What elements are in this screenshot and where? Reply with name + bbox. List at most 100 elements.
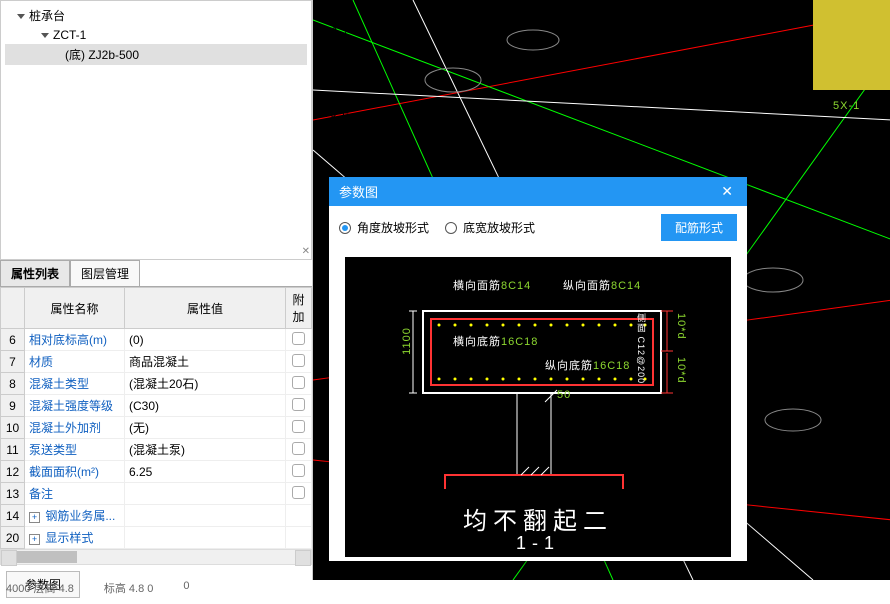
row-number: 7 xyxy=(1,351,25,373)
row-number: 14 xyxy=(1,505,25,527)
row-number: 11 xyxy=(1,439,25,461)
checkbox[interactable] xyxy=(292,354,305,367)
checkbox[interactable] xyxy=(292,398,305,411)
table-row[interactable]: 13备注 xyxy=(1,483,312,505)
prop-attach[interactable] xyxy=(286,483,312,505)
checkbox[interactable] xyxy=(292,332,305,345)
property-table: 属性名称 属性值 附加 6相对底标高(m)(0)7材质商品混凝土8混凝土类型(混… xyxy=(0,287,312,549)
table-row[interactable]: 9混凝土强度等级(C30) xyxy=(1,395,312,417)
label-side: 侧面 C12@200 xyxy=(635,313,648,384)
prop-name: 截面面积(m²) xyxy=(25,461,125,483)
prop-name: 备注 xyxy=(25,483,125,505)
table-row[interactable]: 12截面面积(m²)6.25 xyxy=(1,461,312,483)
status-text: 标高 4.8 0 xyxy=(104,580,154,598)
prop-name: 材质 xyxy=(25,351,125,373)
component-tree[interactable]: 桩承台 ZCT-1 (底) ZJ2b-500 xyxy=(0,0,312,260)
radio-label: 角度放坡形式 xyxy=(357,219,429,236)
row-number: 13 xyxy=(1,483,25,505)
dim-left: 1100 xyxy=(401,327,413,355)
tree-label: 桩承台 xyxy=(29,9,65,23)
radio-label: 底宽放坡形式 xyxy=(463,219,535,236)
rebar-diagram: 横向面筋8C14 纵向面筋8C14 横向底筋16C18 纵向底筋16C18 11… xyxy=(345,257,731,557)
tree-label: (底) ZJ2b-500 xyxy=(65,48,139,62)
row-number: 10 xyxy=(1,417,25,439)
grid-label: 5X-1 xyxy=(833,100,860,112)
table-row[interactable]: 6相对底标高(m)(0) xyxy=(1,329,312,351)
prop-name: + 显示样式 xyxy=(25,527,125,549)
table-row[interactable]: 20+ 显示样式 xyxy=(1,527,312,549)
rebar-form-button[interactable]: 配筋形式 xyxy=(661,214,737,241)
table-row[interactable]: 10混凝土外加剂(无) xyxy=(1,417,312,439)
grid-label: 1/5-E xyxy=(319,108,350,120)
panel-close-icon[interactable]: ✕ xyxy=(302,246,310,257)
status-text: 0 xyxy=(183,580,189,598)
label-h-bot: 横向底筋16C18 xyxy=(453,333,538,349)
tree-node-l3-selected[interactable]: (底) ZJ2b-500 xyxy=(5,44,307,65)
grid-label: 3-7 xyxy=(331,26,350,38)
prop-attach[interactable] xyxy=(286,373,312,395)
checkbox[interactable] xyxy=(292,442,305,455)
prop-attach[interactable] xyxy=(286,527,312,549)
prop-attach[interactable] xyxy=(286,395,312,417)
prop-value[interactable]: 商品混凝土 xyxy=(125,351,286,373)
prop-value[interactable]: 6.25 xyxy=(125,461,286,483)
checkbox[interactable] xyxy=(292,420,305,433)
prop-name: 混凝土外加剂 xyxy=(25,417,125,439)
param-diagram-dialog: 参数图 ✕ 角度放坡形式 底宽放坡形式 配筋形式 xyxy=(329,177,747,561)
row-number: 8 xyxy=(1,373,25,395)
checkbox[interactable] xyxy=(292,376,305,389)
dim-right1: 10*d xyxy=(675,313,687,340)
prop-name: 相对底标高(m) xyxy=(25,329,125,351)
prop-attach[interactable] xyxy=(286,417,312,439)
row-number: 6 xyxy=(1,329,25,351)
label-z-bot: 纵向底筋16C18 xyxy=(545,357,630,373)
prop-value[interactable]: (无) xyxy=(125,417,286,439)
label-z-top: 纵向面筋8C14 xyxy=(563,277,641,293)
dialog-title: 参数图 xyxy=(339,182,378,201)
checkbox[interactable] xyxy=(292,486,305,499)
dim-bottom: 50 xyxy=(557,389,571,401)
prop-value[interactable]: (混凝土20石) xyxy=(125,373,286,395)
tab-layer-mgmt[interactable]: 图层管理 xyxy=(70,260,140,286)
horizontal-scrollbar[interactable] xyxy=(0,549,312,565)
radio-angle-slope[interactable] xyxy=(339,222,351,234)
table-row[interactable]: 7材质商品混凝土 xyxy=(1,351,312,373)
col-rownum xyxy=(1,288,25,329)
radio-width-slope[interactable] xyxy=(445,222,457,234)
col-value: 属性值 xyxy=(125,288,286,329)
prop-attach[interactable] xyxy=(286,505,312,527)
prop-attach[interactable] xyxy=(286,461,312,483)
tree-node-l1[interactable]: 桩承台 xyxy=(5,5,307,26)
prop-attach[interactable] xyxy=(286,351,312,373)
prop-name: + 钢筋业务属... xyxy=(25,505,125,527)
grid-label: 5-E1 xyxy=(315,128,342,140)
checkbox[interactable] xyxy=(292,464,305,477)
col-attach: 附加 xyxy=(286,288,312,329)
prop-value[interactable] xyxy=(125,527,286,549)
expand-icon[interactable]: + xyxy=(29,534,40,545)
caret-down-icon xyxy=(41,33,49,38)
col-name: 属性名称 xyxy=(25,288,125,329)
expand-icon[interactable]: + xyxy=(29,512,40,523)
row-number: 12 xyxy=(1,461,25,483)
prop-value[interactable] xyxy=(125,483,286,505)
diagram-caption: 均不翻起二 xyxy=(345,501,731,536)
close-icon[interactable]: ✕ xyxy=(717,183,737,200)
table-row[interactable]: 8混凝土类型(混凝土20石) xyxy=(1,373,312,395)
prop-value[interactable]: (C30) xyxy=(125,395,286,417)
prop-value[interactable]: (混凝土泵) xyxy=(125,439,286,461)
table-row[interactable]: 14+ 钢筋业务属... xyxy=(1,505,312,527)
dialog-titlebar[interactable]: 参数图 ✕ xyxy=(329,177,747,206)
row-number: 20 xyxy=(1,527,25,549)
table-row[interactable]: 11泵送类型(混凝土泵) xyxy=(1,439,312,461)
prop-attach[interactable] xyxy=(286,329,312,351)
tab-property-list[interactable]: 属性列表 xyxy=(0,260,70,286)
prop-value[interactable]: (0) xyxy=(125,329,286,351)
prop-name: 混凝土强度等级 xyxy=(25,395,125,417)
status-bar: 4000 层高 4.8 标高 4.8 0 0 xyxy=(0,580,890,598)
prop-value[interactable] xyxy=(125,505,286,527)
tree-node-l2[interactable]: ZCT-1 xyxy=(5,26,307,44)
prop-name: 泵送类型 xyxy=(25,439,125,461)
tree-label: ZCT-1 xyxy=(53,28,86,42)
prop-attach[interactable] xyxy=(286,439,312,461)
